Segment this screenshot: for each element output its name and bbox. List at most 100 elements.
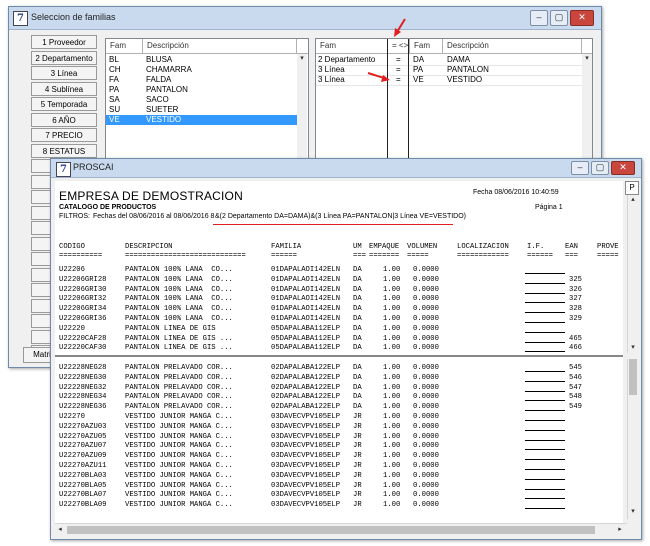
report-row: U22228NEG30 PANTALON PRELAVADO COR... 02DA… [59, 373, 619, 383]
cell-familia: 05DAPALABA112ELP [271, 334, 341, 343]
close-button[interactable]: ✕ [570, 10, 594, 26]
cell-ean: 329 [569, 315, 582, 323]
family-row[interactable]: CH CHAMARRA [106, 65, 297, 75]
scroll-up-icon[interactable]: ▴ [628, 195, 638, 205]
col-fam[interactable]: Fam [106, 39, 143, 53]
row-fam: VE [413, 75, 424, 84]
column-header: EMPAQUE [369, 243, 400, 251]
scroll-left-icon[interactable]: ◂ [55, 525, 65, 535]
cell-descripcion: VESTIDO JUNIOR MANGA C... [125, 462, 233, 470]
family-row[interactable]: FA FALDA [106, 75, 297, 85]
row-descripcion: VESTIDO [447, 75, 483, 84]
family-level-button[interactable]: 2 Departamento [31, 50, 97, 65]
report-horizontal-scrollbar[interactable]: ◂ ▸ [55, 523, 627, 536]
column-header: PROVE [597, 243, 619, 251]
col-fam[interactable]: Fam [410, 39, 443, 53]
split-bar[interactable] [55, 355, 623, 357]
filter-row[interactable]: 3 Línea = VE VESTIDO [316, 75, 582, 86]
family-row[interactable]: SU SUETER [106, 105, 297, 115]
column-underline: ===== [597, 252, 619, 260]
scroll-down-icon[interactable]: ▾ [297, 54, 307, 64]
report-row: U22206GRI34 PANTALON 100% LANA CO... 01DAP… [59, 304, 619, 314]
cell-descripcion: VESTIDO JUNIOR MANGA C... [125, 481, 233, 490]
cell-codigo: U22270AZU11 [59, 462, 107, 470]
family-level-button[interactable]: 3 Línea [31, 66, 97, 80]
cell-volumen: 0.0000 [413, 481, 439, 490]
cell-descripcion: PANTALON 100% LANA CO... [125, 305, 233, 314]
col-descripcion[interactable]: Descripción [443, 39, 582, 53]
report-row: U22228NEG28 PANTALON PRELAVADO COR... 02DA… [59, 363, 619, 373]
column-header: LOCALIZACION [457, 243, 509, 251]
row-fam: FA [109, 75, 119, 84]
family-level-button[interactable]: 4 Sublínea [31, 81, 97, 96]
h-scroll-thumb[interactable] [67, 526, 595, 534]
cell-familia: 01DAPALAOI142ELN [271, 275, 341, 284]
cell-volumen: 0.0000 [413, 432, 439, 441]
scroll-down-icon[interactable]: ▾ [582, 54, 592, 64]
cell-codigo: U22220CAF28 [59, 334, 107, 343]
scroll-right-icon[interactable]: ▸ [615, 525, 625, 535]
cell-um: DA [353, 344, 362, 353]
scroll-thumb[interactable] [629, 359, 637, 395]
cell-ean: 465 [569, 334, 582, 343]
cell-volumen: 0.0000 [413, 491, 439, 500]
cell-um: JR [353, 432, 362, 441]
row-fam: PA [413, 65, 424, 74]
maximize-button[interactable]: ▢ [550, 10, 568, 26]
cell-volumen: 0.0000 [413, 501, 439, 510]
side-tab[interactable]: P [625, 181, 639, 195]
col-fam-level[interactable]: Fam [316, 39, 388, 53]
cell-codigo: U22206 [59, 266, 85, 274]
cell-descripcion: PANTALON PRELAVADO COR... [125, 364, 233, 372]
cell-volumen: 0.0000 [413, 324, 439, 333]
cell-um: JR [353, 471, 362, 480]
row-descripcion: VESTIDO [146, 115, 182, 124]
cell-familia: 01DAPALAOI142ELN [271, 295, 341, 304]
family-level-button[interactable]: 7 PRECIO [31, 128, 97, 142]
family-level-button[interactable]: 8 ESTATUS [31, 143, 97, 158]
family-row[interactable]: VE VESTIDO [106, 115, 297, 125]
cell-codigo: U22228NEG34 [59, 393, 107, 402]
report-row: U22270BLA03 VESTIDO JUNIOR MANGA C... 03DA… [59, 471, 619, 481]
report-row: U22228NEG32 PANTALON PRELAVADO COR... 02DA… [59, 383, 619, 393]
cell-codigo: U22270AZU09 [59, 452, 107, 461]
cell-volumen: 0.0000 [413, 315, 439, 323]
report-row: U22228NEG36 PANTALON PRELAVADO COR... 02DA… [59, 402, 619, 412]
scroll-down-icon[interactable]: ▾ [628, 343, 638, 353]
cell-ean: 466 [569, 344, 582, 353]
cell-ean: 326 [569, 285, 582, 294]
report-rows-top: U22206 PANTALON 100% LANA CO... 01DAPALAOI… [59, 265, 619, 355]
report-row: U22270BLA05 VESTIDO JUNIOR MANGA C... 03DA… [59, 481, 619, 491]
report-vertical-scrollbar-top[interactable]: ▴ ▾ [627, 195, 638, 353]
cell-empaque: 1.00 [383, 471, 401, 480]
family-row[interactable]: BL BLUSA [106, 55, 297, 65]
cell-volumen: 0.0000 [413, 413, 439, 421]
cell-codigo: U22228NEG36 [59, 403, 107, 412]
cell-codigo: U22270BLA03 [59, 471, 107, 480]
if-underline [525, 508, 565, 510]
minimize-button[interactable]: – [530, 10, 548, 26]
cell-empaque: 1.00 [383, 501, 401, 510]
family-level-button[interactable]: 5 Temporada [31, 97, 97, 111]
report-vertical-scrollbar-bottom[interactable]: ▾ [627, 359, 638, 519]
minimize-button[interactable]: – [571, 161, 589, 175]
family-row[interactable]: SA SACO [106, 95, 297, 105]
cell-descripcion: PANTALON PRELAVADO COR... [125, 383, 233, 392]
close-button[interactable]: ✕ [611, 161, 635, 175]
family-level-button[interactable]: 6 AÑO [31, 112, 97, 127]
row-descripcion: DAMA [447, 55, 471, 64]
family-row[interactable]: PA PANTALON [106, 85, 297, 95]
row-descripcion: CHAMARRA [146, 65, 192, 74]
cell-ean: 325 [569, 275, 582, 284]
cell-descripcion: PANTALON LINEA DE GIS ... [125, 334, 233, 343]
report-row: U22220 PANTALON LINEA DE GIS 05DAPALABA112… [59, 324, 619, 334]
family-level-button[interactable]: 1 Proveedor [31, 35, 97, 49]
cell-codigo: U22206GRI30 [59, 285, 107, 294]
cell-descripcion: PANTALON 100% LANA CO... [125, 275, 233, 284]
report-row: U22220CAF28 PANTALON LINEA DE GIS ... 05DA… [59, 334, 619, 344]
maximize-button[interactable]: ▢ [591, 161, 609, 175]
cell-um: JR [353, 481, 362, 490]
scroll-down-icon[interactable]: ▾ [628, 507, 638, 517]
col-descripcion[interactable]: Descripción [143, 39, 297, 53]
cell-empaque: 1.00 [383, 315, 401, 323]
